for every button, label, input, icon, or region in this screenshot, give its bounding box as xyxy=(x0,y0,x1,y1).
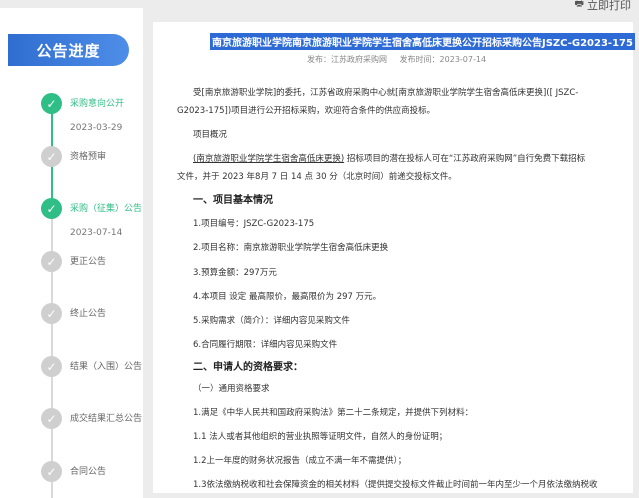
article-title: 南京旅游职业学院南京旅游职业学院学生宿舍高低床更换公开招标采购公告JSZC-G2… xyxy=(210,33,635,50)
step-label: 成交结果汇总公告 xyxy=(70,414,143,424)
print-label: 立即打印 xyxy=(587,0,631,12)
article-meta: 发布：江苏政府采购网 发布时间：2023-07-14 xyxy=(307,54,496,65)
requirement-item: 1.满足《中华人民共和国政府采购法》第二十二条规定，并提供下列材料： xyxy=(193,408,474,418)
requirement-item: 1.2上一年度的财务状况报告（成立不满一年不需提供）； xyxy=(193,456,407,466)
step-label: 采购意向公开 xyxy=(70,99,125,109)
step-label: 更正公告 xyxy=(70,257,107,267)
intro-line: G2023-175])项目进行公开招标采购，欢迎符合条件的供应商投标。 xyxy=(177,106,436,116)
project-item: 5.采购需求（简介）：详细内容见采购文件 xyxy=(193,316,350,326)
overview-text: 招标项目的潜在投标人可在“江苏政府采购网”自行免费下载招标 xyxy=(344,154,586,164)
check-icon: ✓ xyxy=(41,198,62,219)
overview-label: 项目概况 xyxy=(193,130,228,140)
project-item: 6.合同履行期限：详细内容见采购文件 xyxy=(193,340,338,350)
requirement-item: 1.3依法缴纳税收和社会保障资金的相关材料（提供提交投标文件截止时间前一年内至少… xyxy=(193,480,598,490)
intro-line: 受[南京旅游职业学院]的委托，江苏省政府采购中心就[南京旅游职业学院学生宿舍高低… xyxy=(193,88,579,98)
article-source: 发布：江苏政府采购网 xyxy=(307,55,387,64)
check-icon: ✓ xyxy=(41,408,62,429)
check-icon: ✓ xyxy=(41,146,62,167)
project-item: 1.项目编号：JSZC-G2023-175 xyxy=(193,219,315,229)
article-publish-time: 发布时间：2023-07-14 xyxy=(399,55,487,64)
print-link[interactable]: 🖶 立即打印 xyxy=(575,0,631,13)
project-name-link[interactable]: (南京旅游职业学院学生宿舍高低床更换) xyxy=(193,154,344,164)
check-icon: ✓ xyxy=(41,303,62,324)
progress-sidebar: 公告进度 ✓ 采购意向公开 2023-03-29 ✓ 资格预审 ✓ 采购（征集）… xyxy=(0,8,143,498)
check-icon: ✓ xyxy=(41,93,62,114)
step-label: 终止公告 xyxy=(70,309,107,319)
step-date: 2023-03-29 xyxy=(70,123,123,133)
project-item: 3.预算金额：297万元 xyxy=(193,268,277,278)
section-heading: 一、项目基本情况 xyxy=(193,195,273,206)
requirement-item: 1.1 法人或者其他组织的营业执照等证明文件，自然人的身份证明； xyxy=(193,432,448,442)
step-label: 结果（入围）公告 xyxy=(70,362,143,372)
step-label: 资格预审 xyxy=(70,152,107,162)
check-icon: ✓ xyxy=(41,356,62,377)
check-icon: ✓ xyxy=(41,461,62,482)
section-heading: 二、申请人的资格要求： xyxy=(193,362,303,373)
project-item: 4.本项目 设定 最高限价，最高限价为 297 万元。 xyxy=(193,292,382,302)
step-label: 采购（征集）公告 xyxy=(70,204,143,214)
check-icon: ✓ xyxy=(41,251,62,272)
overview-line: (南京旅游职业学院学生宿舍高低床更换) 招标项目的潜在投标人可在“江苏政府采购网… xyxy=(193,151,585,168)
printer-icon: 🖶 xyxy=(574,0,584,9)
sub-heading: （一）通用资格要求 xyxy=(193,384,270,394)
step-label: 合同公告 xyxy=(70,467,107,477)
sidebar-title: 公告进度 xyxy=(8,34,129,66)
overview-line: 文件，并于 2023 年8月 7 日 14 点 30 分（北京时间）前递交投标文… xyxy=(177,172,457,182)
step-date: 2023-07-14 xyxy=(70,228,123,238)
article-panel: 南京旅游职业学院南京旅游职业学院学生宿舍高低床更换公开招标采购公告JSZC-G2… xyxy=(153,22,635,493)
project-item: 2.项目名称：南京旅游职业学院学生宿舍高低床更换 xyxy=(193,243,389,253)
